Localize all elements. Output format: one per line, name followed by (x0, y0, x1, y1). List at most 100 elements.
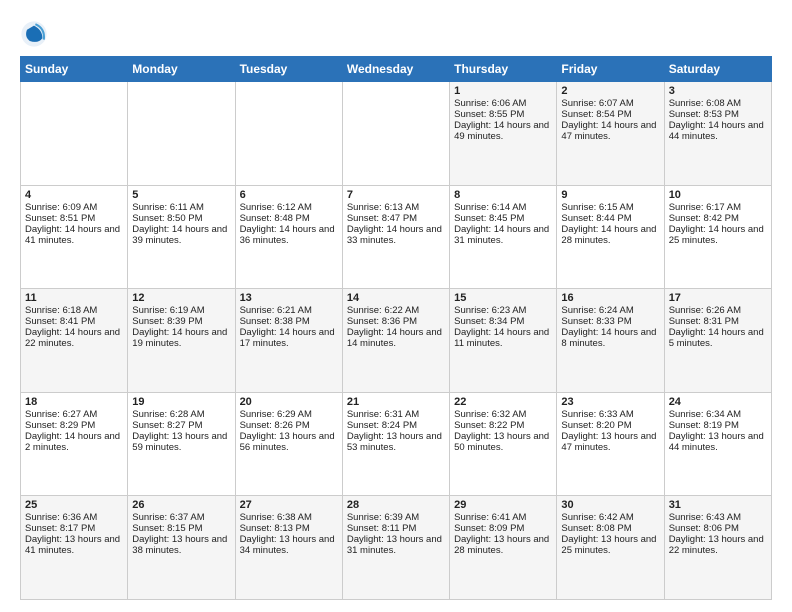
day-detail: Sunset: 8:38 PM (240, 316, 338, 327)
calendar-cell: 10Sunrise: 6:17 AMSunset: 8:42 PMDayligh… (664, 185, 771, 289)
day-detail: Sunrise: 6:23 AM (454, 305, 552, 316)
day-number: 8 (454, 189, 552, 201)
day-detail: Daylight: 14 hours and 49 minutes. (454, 120, 552, 142)
day-detail: Sunset: 8:09 PM (454, 523, 552, 534)
calendar-week-5: 25Sunrise: 6:36 AMSunset: 8:17 PMDayligh… (21, 496, 772, 600)
day-detail: Sunrise: 6:11 AM (132, 202, 230, 213)
day-detail: Sunrise: 6:38 AM (240, 512, 338, 523)
calendar-cell: 11Sunrise: 6:18 AMSunset: 8:41 PMDayligh… (21, 289, 128, 393)
day-detail: Sunrise: 6:43 AM (669, 512, 767, 523)
day-detail: Sunset: 8:26 PM (240, 420, 338, 431)
calendar-cell: 21Sunrise: 6:31 AMSunset: 8:24 PMDayligh… (342, 392, 449, 496)
day-detail: Daylight: 13 hours and 22 minutes. (669, 534, 767, 556)
day-detail: Sunrise: 6:13 AM (347, 202, 445, 213)
day-detail: Daylight: 13 hours and 41 minutes. (25, 534, 123, 556)
page: SundayMondayTuesdayWednesdayThursdayFrid… (0, 0, 792, 612)
calendar-cell: 1Sunrise: 6:06 AMSunset: 8:55 PMDaylight… (450, 82, 557, 186)
calendar-week-1: 1Sunrise: 6:06 AMSunset: 8:55 PMDaylight… (21, 82, 772, 186)
day-detail: Daylight: 13 hours and 28 minutes. (454, 534, 552, 556)
day-detail: Daylight: 13 hours and 53 minutes. (347, 431, 445, 453)
day-number: 23 (561, 396, 659, 408)
day-detail: Sunset: 8:44 PM (561, 213, 659, 224)
day-detail: Sunset: 8:06 PM (669, 523, 767, 534)
calendar-cell (128, 82, 235, 186)
day-detail: Daylight: 14 hours and 39 minutes. (132, 224, 230, 246)
day-number: 12 (132, 292, 230, 304)
day-detail: Sunrise: 6:14 AM (454, 202, 552, 213)
day-number: 14 (347, 292, 445, 304)
day-number: 24 (669, 396, 767, 408)
day-detail: Sunrise: 6:26 AM (669, 305, 767, 316)
day-detail: Daylight: 14 hours and 14 minutes. (347, 327, 445, 349)
calendar-cell: 3Sunrise: 6:08 AMSunset: 8:53 PMDaylight… (664, 82, 771, 186)
day-detail: Sunset: 8:39 PM (132, 316, 230, 327)
calendar-cell: 9Sunrise: 6:15 AMSunset: 8:44 PMDaylight… (557, 185, 664, 289)
day-detail: Sunrise: 6:31 AM (347, 409, 445, 420)
calendar-week-3: 11Sunrise: 6:18 AMSunset: 8:41 PMDayligh… (21, 289, 772, 393)
calendar-table: SundayMondayTuesdayWednesdayThursdayFrid… (20, 56, 772, 600)
day-detail: Sunrise: 6:19 AM (132, 305, 230, 316)
day-detail: Sunrise: 6:06 AM (454, 98, 552, 109)
day-number: 1 (454, 85, 552, 97)
day-detail: Daylight: 14 hours and 33 minutes. (347, 224, 445, 246)
day-detail: Daylight: 14 hours and 11 minutes. (454, 327, 552, 349)
day-detail: Daylight: 14 hours and 31 minutes. (454, 224, 552, 246)
day-detail: Sunset: 8:11 PM (347, 523, 445, 534)
calendar-cell: 14Sunrise: 6:22 AMSunset: 8:36 PMDayligh… (342, 289, 449, 393)
day-detail: Sunset: 8:22 PM (454, 420, 552, 431)
day-detail: Sunset: 8:48 PM (240, 213, 338, 224)
day-detail: Sunrise: 6:24 AM (561, 305, 659, 316)
day-detail: Sunset: 8:51 PM (25, 213, 123, 224)
day-detail: Daylight: 14 hours and 28 minutes. (561, 224, 659, 246)
calendar-cell: 31Sunrise: 6:43 AMSunset: 8:06 PMDayligh… (664, 496, 771, 600)
calendar-cell: 6Sunrise: 6:12 AMSunset: 8:48 PMDaylight… (235, 185, 342, 289)
day-detail: Sunset: 8:36 PM (347, 316, 445, 327)
day-number: 5 (132, 189, 230, 201)
day-detail: Sunrise: 6:28 AM (132, 409, 230, 420)
day-header-sunday: Sunday (21, 57, 128, 82)
calendar-cell: 25Sunrise: 6:36 AMSunset: 8:17 PMDayligh… (21, 496, 128, 600)
day-number: 20 (240, 396, 338, 408)
day-header-friday: Friday (557, 57, 664, 82)
day-detail: Sunset: 8:45 PM (454, 213, 552, 224)
day-number: 21 (347, 396, 445, 408)
calendar-cell: 30Sunrise: 6:42 AMSunset: 8:08 PMDayligh… (557, 496, 664, 600)
day-detail: Sunrise: 6:33 AM (561, 409, 659, 420)
day-number: 25 (25, 499, 123, 511)
day-header-wednesday: Wednesday (342, 57, 449, 82)
day-number: 26 (132, 499, 230, 511)
logo-icon (20, 20, 48, 48)
day-header-thursday: Thursday (450, 57, 557, 82)
calendar-cell: 17Sunrise: 6:26 AMSunset: 8:31 PMDayligh… (664, 289, 771, 393)
day-number: 16 (561, 292, 659, 304)
day-detail: Sunset: 8:17 PM (25, 523, 123, 534)
day-detail: Sunset: 8:27 PM (132, 420, 230, 431)
day-detail: Daylight: 13 hours and 50 minutes. (454, 431, 552, 453)
day-detail: Daylight: 14 hours and 22 minutes. (25, 327, 123, 349)
day-detail: Sunrise: 6:34 AM (669, 409, 767, 420)
calendar-week-2: 4Sunrise: 6:09 AMSunset: 8:51 PMDaylight… (21, 185, 772, 289)
day-number: 13 (240, 292, 338, 304)
day-detail: Sunrise: 6:39 AM (347, 512, 445, 523)
calendar-cell: 8Sunrise: 6:14 AMSunset: 8:45 PMDaylight… (450, 185, 557, 289)
day-detail: Sunset: 8:29 PM (25, 420, 123, 431)
day-number: 18 (25, 396, 123, 408)
day-detail: Sunset: 8:13 PM (240, 523, 338, 534)
day-detail: Sunset: 8:50 PM (132, 213, 230, 224)
day-number: 10 (669, 189, 767, 201)
calendar-week-4: 18Sunrise: 6:27 AMSunset: 8:29 PMDayligh… (21, 392, 772, 496)
calendar-cell: 13Sunrise: 6:21 AMSunset: 8:38 PMDayligh… (235, 289, 342, 393)
day-detail: Sunset: 8:20 PM (561, 420, 659, 431)
calendar-cell (21, 82, 128, 186)
calendar-cell: 26Sunrise: 6:37 AMSunset: 8:15 PMDayligh… (128, 496, 235, 600)
day-detail: Sunrise: 6:29 AM (240, 409, 338, 420)
calendar-cell: 5Sunrise: 6:11 AMSunset: 8:50 PMDaylight… (128, 185, 235, 289)
day-detail: Sunset: 8:33 PM (561, 316, 659, 327)
day-number: 4 (25, 189, 123, 201)
day-detail: Daylight: 14 hours and 47 minutes. (561, 120, 659, 142)
day-detail: Daylight: 13 hours and 59 minutes. (132, 431, 230, 453)
day-detail: Daylight: 13 hours and 56 minutes. (240, 431, 338, 453)
calendar-cell: 29Sunrise: 6:41 AMSunset: 8:09 PMDayligh… (450, 496, 557, 600)
day-detail: Daylight: 13 hours and 25 minutes. (561, 534, 659, 556)
day-number: 17 (669, 292, 767, 304)
